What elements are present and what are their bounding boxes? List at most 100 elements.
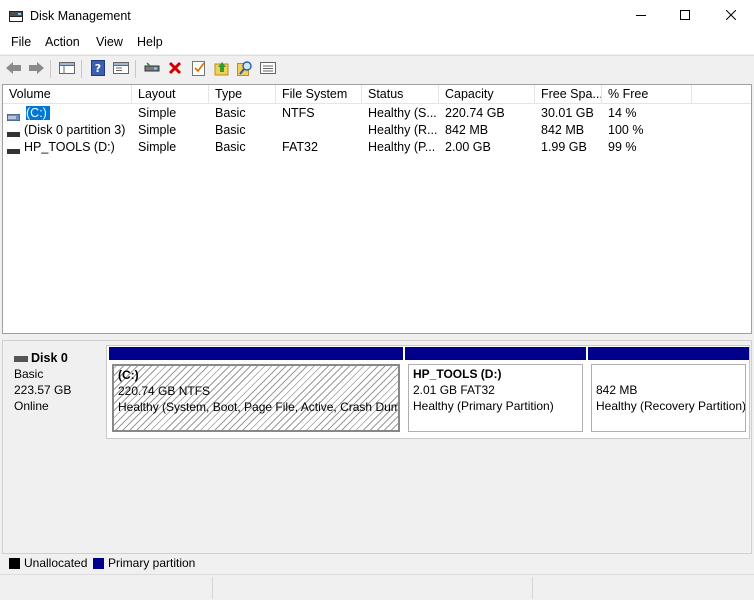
partition-name: (C:) (118, 368, 139, 382)
minimize-icon (636, 9, 646, 23)
cell-status: Healthy (P... (368, 140, 436, 154)
menu-file[interactable]: File (11, 35, 31, 49)
partition-hp-tools[interactable]: HP_TOOLS (D:) 2.01 GB FAT32 Healthy (Pri… (405, 347, 586, 435)
partition-type-band (405, 347, 586, 360)
cell-layout: Simple (138, 106, 177, 120)
disk-type: Basic (14, 367, 44, 381)
partition-hp-tools-body: HP_TOOLS (D:) 2.01 GB FAT32 Healthy (Pri… (408, 364, 583, 432)
list-view-icon (260, 61, 276, 78)
table-row[interactable]: (C:) Simple Basic NTFS Healthy (S... 220… (3, 105, 751, 122)
column-header-layout[interactable]: Layout (132, 85, 209, 104)
status-bar-separator (212, 577, 213, 599)
disk-size: 223.57 GB (14, 383, 72, 397)
cell-file-system: NTFS (282, 106, 315, 120)
back-arrow-icon (5, 61, 23, 78)
cell-percent-free: 100 % (608, 123, 644, 137)
column-header-free-space[interactable]: Free Spa... (535, 85, 602, 104)
cell-percent-free: 14 % (608, 106, 637, 120)
column-header-volume[interactable]: Volume (3, 85, 132, 104)
status-bar-separator (532, 577, 533, 599)
cell-capacity: 2.00 GB (445, 140, 491, 154)
connect-virtual-disk-button[interactable] (142, 59, 162, 79)
connect-virtual-disk-icon (144, 61, 160, 78)
column-header-percent-free[interactable]: % Free (602, 85, 692, 104)
partition-c-body: (C:) 220.74 GB NTFS Healthy (System, Boo… (112, 364, 400, 432)
column-header-file-system[interactable]: File System (276, 85, 362, 104)
help-icon: ? (91, 59, 105, 79)
delete-icon (168, 61, 182, 78)
partition-type-band (588, 347, 749, 360)
cell-volume: (Disk 0 partition 3) (24, 123, 126, 137)
show-hide-console-tree-icon (59, 61, 75, 78)
help-button[interactable]: ? (88, 59, 108, 79)
cell-layout: Simple (138, 123, 177, 137)
column-header-status[interactable]: Status (362, 85, 439, 104)
disk-name-row: Disk 0 (14, 351, 106, 365)
column-header-type[interactable]: Type (209, 85, 276, 104)
cell-free-space: 30.01 GB (541, 106, 594, 120)
forward-button[interactable] (26, 59, 46, 79)
cell-layout: Simple (138, 140, 177, 154)
menu-view[interactable]: View (96, 35, 123, 49)
volume-icon (7, 127, 20, 137)
disk-state: Online (14, 399, 49, 413)
volume-icon (6, 110, 21, 122)
partition-name (596, 367, 745, 382)
toolbar: ? (0, 55, 754, 81)
cell-file-system (282, 122, 360, 139)
unallocated-swatch (9, 558, 20, 569)
show-hide-action-pane-icon (113, 61, 129, 78)
show-hide-console-tree-button[interactable] (57, 59, 77, 79)
maximize-icon (680, 9, 690, 23)
partition-size-fs: 220.74 GB NTFS (118, 384, 211, 398)
primary-partition-swatch (93, 558, 104, 569)
svg-text:?: ? (95, 62, 101, 75)
disk-management-app-icon (9, 10, 23, 22)
maximize-button[interactable] (662, 0, 708, 32)
toolbar-separator (135, 60, 136, 78)
partition-size-fs: 842 MB (596, 383, 638, 397)
properties-button[interactable] (189, 59, 209, 79)
search-disk-button[interactable] (235, 59, 255, 79)
window-title: Disk Management (30, 9, 131, 23)
cell-status: Healthy (S... (368, 106, 437, 120)
cell-status: Healthy (R... (368, 123, 438, 137)
partition-recovery-body: 842 MB Healthy (Recovery Partition) (591, 364, 746, 432)
status-bar (0, 574, 754, 600)
toolbar-separator (50, 60, 51, 78)
table-row[interactable]: (Disk 0 partition 3) Simple Basic Health… (3, 122, 751, 139)
cell-type: Basic (215, 140, 246, 154)
cell-free-space: 842 MB (541, 123, 585, 137)
cell-free-space: 1.99 GB (541, 140, 587, 154)
delete-button[interactable] (165, 59, 185, 79)
disk-graphical-view: Disk 0 Basic 223.57 GB Online (C:) 220.7… (2, 340, 752, 554)
partition-c[interactable]: (C:) 220.74 GB NTFS Healthy (System, Boo… (109, 347, 403, 435)
cell-percent-free: 99 % (608, 140, 637, 154)
menu-help[interactable]: Help (137, 35, 163, 49)
disk-info-panel[interactable]: Disk 0 Basic 223.57 GB Online (5, 345, 107, 439)
show-hide-action-pane-button[interactable] (111, 59, 131, 79)
minimize-button[interactable] (618, 0, 664, 32)
search-disk-icon (237, 60, 253, 79)
up-folder-button[interactable] (212, 59, 232, 79)
partition-recovery[interactable]: 842 MB Healthy (Recovery Partition) (588, 347, 749, 435)
list-view-button[interactable] (258, 59, 278, 79)
cell-volume: (C:) (26, 106, 50, 120)
cell-capacity: 220.74 GB (445, 106, 505, 120)
close-button[interactable] (708, 0, 754, 32)
cell-type: Basic (215, 123, 246, 137)
volume-list-header: Volume Layout Type File System Status Ca… (3, 85, 751, 104)
table-row[interactable]: HP_TOOLS (D:) Simple Basic FAT32 Healthy… (3, 139, 751, 156)
column-header-capacity[interactable]: Capacity (439, 85, 535, 104)
menu-bar: File Action View Help (0, 32, 754, 54)
disk-name: Disk 0 (31, 351, 68, 365)
partition-size-fs: 2.01 GB FAT32 (413, 383, 495, 397)
legend-unallocated-label: Unallocated (24, 556, 88, 570)
menu-action[interactable]: Action (45, 35, 80, 49)
toolbar-separator (81, 60, 82, 78)
back-button[interactable] (4, 59, 24, 79)
partition-status: Healthy (System, Boot, Page File, Active… (118, 400, 400, 414)
legend: Unallocated Primary partition (2, 553, 752, 571)
legend-primary-partition-label: Primary partition (108, 556, 196, 570)
close-icon (725, 9, 737, 23)
